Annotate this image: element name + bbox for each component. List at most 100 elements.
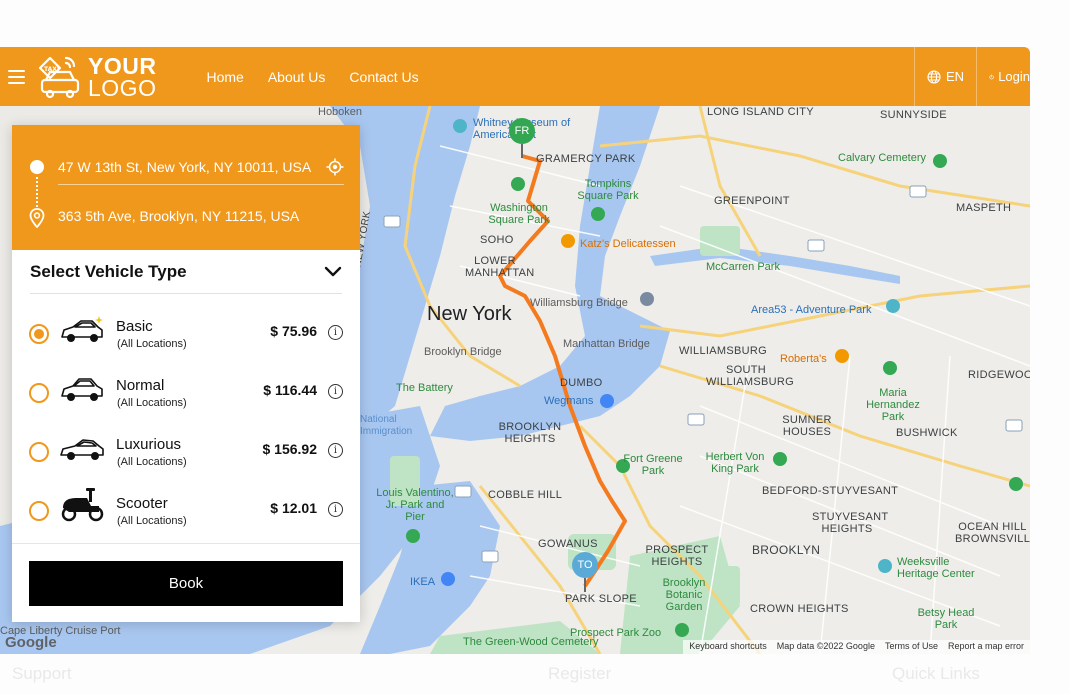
map-label-tompkins: Tompkins Square Park	[577, 178, 639, 202]
svg-text:TAXI: TAXI	[44, 66, 59, 73]
vehicle-option-scooter[interactable]: Scooter (All Locations) $ 12.01 i	[12, 478, 360, 537]
from-marker[interactable]: FR	[509, 118, 535, 144]
map-label-crown-heights: CROWN HEIGHTS	[750, 603, 849, 615]
login-button[interactable]: Login	[976, 47, 1030, 106]
terms-link[interactable]: Terms of Use	[885, 641, 938, 653]
nav-home[interactable]: Home	[206, 69, 243, 85]
map-label-greenpoint: GREENPOINT	[714, 195, 790, 207]
map-label-area53: Area53 - Adventure Park	[751, 304, 872, 316]
footer-heading-support: Support	[12, 664, 72, 683]
vehicle-radio-basic[interactable]	[29, 324, 49, 344]
address-box: 47 W 13th St, New York, NY 10011, USA 36…	[12, 125, 360, 250]
vehicle-option-normal[interactable]: Normal (All Locations) $ 116.44 i	[12, 360, 360, 419]
language-label: EN	[945, 69, 965, 84]
book-area: Book	[12, 543, 360, 622]
map-label-ridgewood: RIDGEWOOD	[968, 369, 1030, 381]
nav-about-us[interactable]: About Us	[268, 69, 326, 85]
main-nav: Home About Us Contact Us	[206, 69, 418, 85]
vehicle-name-basic: Basic	[116, 318, 153, 335]
map-label-bushwick: BUSHWICK	[896, 427, 958, 439]
vehicle-radio-luxurious[interactable]	[29, 442, 49, 462]
map-label-the-battery: The Battery	[396, 382, 453, 394]
luxury-car-icon	[60, 439, 104, 460]
nav-contact-us[interactable]: Contact Us	[349, 69, 418, 85]
map-label-hoboken: Hoboken	[318, 106, 363, 118]
map-label-lower-manhattan: LOWER MANHATTAN	[465, 255, 535, 279]
globe-icon	[927, 69, 941, 84]
map-label-stuyvesant-heights: STUYVESANT HEIGHTS	[812, 511, 889, 535]
map-label-calvary: Calvary Cemetery	[838, 152, 927, 164]
vehicle-price-scooter: $ 12.01	[270, 500, 317, 516]
logo-line-1: YOUR	[88, 52, 157, 79]
map-label-betsy: Betsy Head Park	[917, 607, 975, 631]
map-label-ellis: National Immigration	[360, 414, 413, 437]
vehicle-type-dropdown[interactable]: Select Vehicle Type	[30, 250, 342, 294]
vehicle-sub-scooter: (All Locations)	[117, 515, 187, 527]
map-label-brooklyn-bridge: Brooklyn Bridge	[424, 346, 502, 358]
map-label-dumbo: DUMBO	[560, 377, 603, 389]
map-label-ikea: IKEA	[410, 576, 436, 588]
pickup-address-field[interactable]: 47 W 13th St, New York, NY 10011, USA	[58, 149, 344, 185]
menu-icon[interactable]	[0, 47, 32, 106]
login-label: Login	[998, 69, 1030, 84]
info-icon[interactable]: i	[328, 502, 343, 517]
zoom-out-button[interactable]: −	[1022, 598, 1030, 628]
vehicle-option-basic[interactable]: Basic (All Locations) $ 75.96 i	[12, 301, 360, 360]
app-root: Hoboken LONG ISLAND CITY SUNNYSIDE Whitn…	[0, 0, 1070, 694]
info-icon[interactable]: i	[328, 384, 343, 399]
map-label-fort-greene: Fort Greene Park	[623, 453, 683, 477]
chevron-down-icon	[324, 266, 342, 276]
current-location-icon[interactable]	[326, 158, 344, 176]
vehicle-radio-normal[interactable]	[29, 383, 49, 403]
car-sparkle-icon	[61, 316, 103, 342]
scooter-icon	[61, 488, 104, 522]
vehicle-price-luxurious: $ 156.92	[262, 441, 318, 457]
map-label-louis-valentino: Louis Valentino, Jr. Park and Pier	[376, 487, 454, 523]
report-error-link[interactable]: Report a map error	[948, 641, 1024, 653]
map-label-gramercy: GRAMERCY PARK	[536, 153, 636, 165]
map-label-mccarren: McCarren Park	[706, 261, 780, 273]
map-data-text: Map data ©2022 Google	[776, 641, 875, 651]
vehicle-price-basic: $ 75.96	[270, 323, 317, 339]
map-label-soho: SOHO	[480, 234, 514, 246]
brand-logo[interactable]: TAXI YOUR LOGO	[32, 47, 156, 106]
vehicle-type-title: Select Vehicle Type	[30, 261, 187, 281]
map-label-maria-hernandez: Maria Hernandez Park	[866, 387, 920, 423]
to-marker[interactable]: TO	[572, 552, 598, 578]
taxi-logo-icon: TAXI	[38, 56, 80, 98]
map-label-manhattan-bridge: Manhattan Bridge	[563, 338, 650, 350]
map-label-prospect-zoo: Prospect Park Zoo	[570, 627, 662, 639]
map-label-long-island-city: LONG ISLAND CITY	[707, 106, 814, 118]
language-selector[interactable]: EN	[914, 47, 976, 106]
vehicle-option-luxurious[interactable]: Luxurious (All Locations) $ 156.92 i	[12, 419, 360, 478]
to-marker-stem	[584, 578, 586, 592]
zoom-in-button[interactable]: +	[1022, 564, 1030, 594]
car-icon	[61, 378, 103, 401]
map-label-maspeth: MASPETH	[956, 202, 1012, 214]
footer-heading-quick-links: Quick Links	[892, 664, 980, 683]
keyboard-shortcuts-link[interactable]: Keyboard shortcuts	[689, 641, 767, 653]
route-connector	[36, 177, 38, 207]
map-label-park-slope: PARK SLOPE	[565, 593, 637, 605]
top-navbar: TAXI YOUR LOGO Home About Us Contact Us …	[0, 47, 1030, 106]
book-button[interactable]: Book	[29, 561, 343, 606]
vehicle-sub-luxurious: (All Locations)	[117, 456, 187, 468]
map-label-sunnyside: SUNNYSIDE	[880, 109, 947, 121]
map-label-cobble-hill: COBBLE HILL	[488, 489, 563, 501]
map-label-gowanus: GOWANUS	[538, 538, 598, 550]
vehicle-list: Basic (All Locations) $ 75.96 i Normal (…	[12, 301, 360, 537]
fullscreen-icon[interactable]: ⛶	[1022, 118, 1030, 148]
map-label-washington: Washington Square Park	[488, 202, 550, 226]
vehicle-name-scooter: Scooter	[116, 495, 168, 512]
info-icon[interactable]: i	[328, 325, 343, 340]
vehicle-radio-scooter[interactable]	[29, 501, 49, 521]
destination-pin-icon	[29, 208, 45, 228]
origin-dot-icon	[30, 160, 44, 174]
map-label-herbert-von: Herbert Von King Park	[705, 451, 765, 475]
power-icon	[989, 73, 994, 79]
map-label-south-williamsburg: SOUTH WILLIAMSBURG	[706, 364, 794, 388]
map-label-botanic: Brooklyn Botanic Garden	[662, 577, 706, 613]
info-icon[interactable]: i	[328, 443, 343, 458]
vehicle-price-normal: $ 116.44	[263, 382, 317, 398]
dropoff-address-field[interactable]: 363 5th Ave, Brooklyn, NY 11215, USA	[58, 198, 344, 234]
